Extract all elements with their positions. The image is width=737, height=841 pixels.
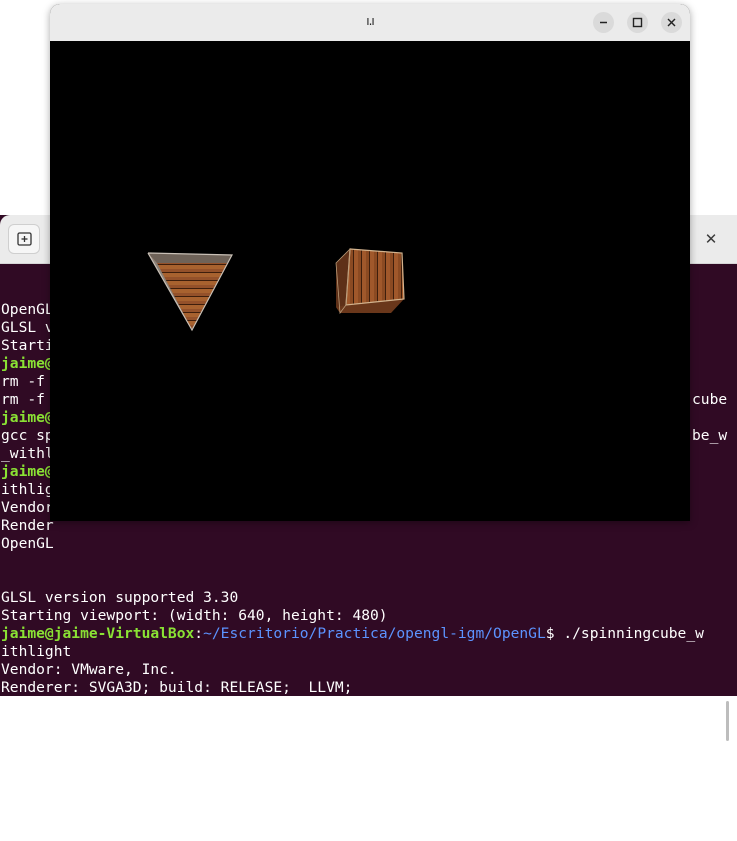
close-button[interactable] xyxy=(661,12,682,33)
terminal-line-fragment: be_w xyxy=(692,427,728,444)
close-icon: ✕ xyxy=(704,230,718,248)
terminal-line: GLSL version supported 3.30 xyxy=(1,715,239,732)
terminal-line: jaime@jaime-VirtualBox:~/Escritorio/Prac… xyxy=(0,625,737,643)
terminal-line: GLSL version supported 3.30 xyxy=(1,589,239,606)
close-icon xyxy=(667,18,676,27)
terminal-line-fragment: cube xyxy=(692,391,728,408)
new-tab-icon xyxy=(17,232,32,246)
terminal-line: OpenGL xyxy=(1,535,54,552)
terminal-line: Renderer: SVGA3D; build: RELEASE; LLVM; xyxy=(1,679,353,696)
minimize-icon xyxy=(600,21,607,24)
prompt-user: jaime@jaime-VirtualBox xyxy=(1,625,195,642)
terminal-line: Vendor: VMware, Inc. xyxy=(1,661,177,678)
pyramid-object xyxy=(147,252,233,332)
opengl-titlebar[interactable]: ı.ı xyxy=(50,4,690,41)
terminal-line: Starting viewport: (width: 640, height: … xyxy=(1,733,388,750)
terminal-line: Starting viewport: (width: 640, height: … xyxy=(1,607,388,624)
opengl-render-canvas[interactable] xyxy=(50,41,690,521)
terminal-scrollbar[interactable] xyxy=(726,701,729,741)
terminal-full-lines: GLSL version supported 3.30 Starting view… xyxy=(0,589,737,751)
prompt-separator: : xyxy=(194,625,204,642)
terminal-line: ithlight xyxy=(1,643,72,660)
minimize-button[interactable] xyxy=(593,12,614,33)
cube-object xyxy=(335,247,405,315)
new-tab-button[interactable] xyxy=(8,224,40,254)
opengl-window: ı.ı xyxy=(50,4,690,521)
prompt-path: ~/Escritorio/Practica/opengl-igm/OpenGL xyxy=(203,625,546,642)
maximize-icon xyxy=(632,17,643,28)
terminal-close-button[interactable]: ✕ xyxy=(700,228,722,250)
prompt-command: $ ./spinningcube_w xyxy=(545,625,704,642)
terminal-cursor xyxy=(1,725,10,743)
maximize-button[interactable] xyxy=(627,12,648,33)
terminal-line: OpenGL version supported 3.3 (Compatibil… xyxy=(1,697,564,714)
